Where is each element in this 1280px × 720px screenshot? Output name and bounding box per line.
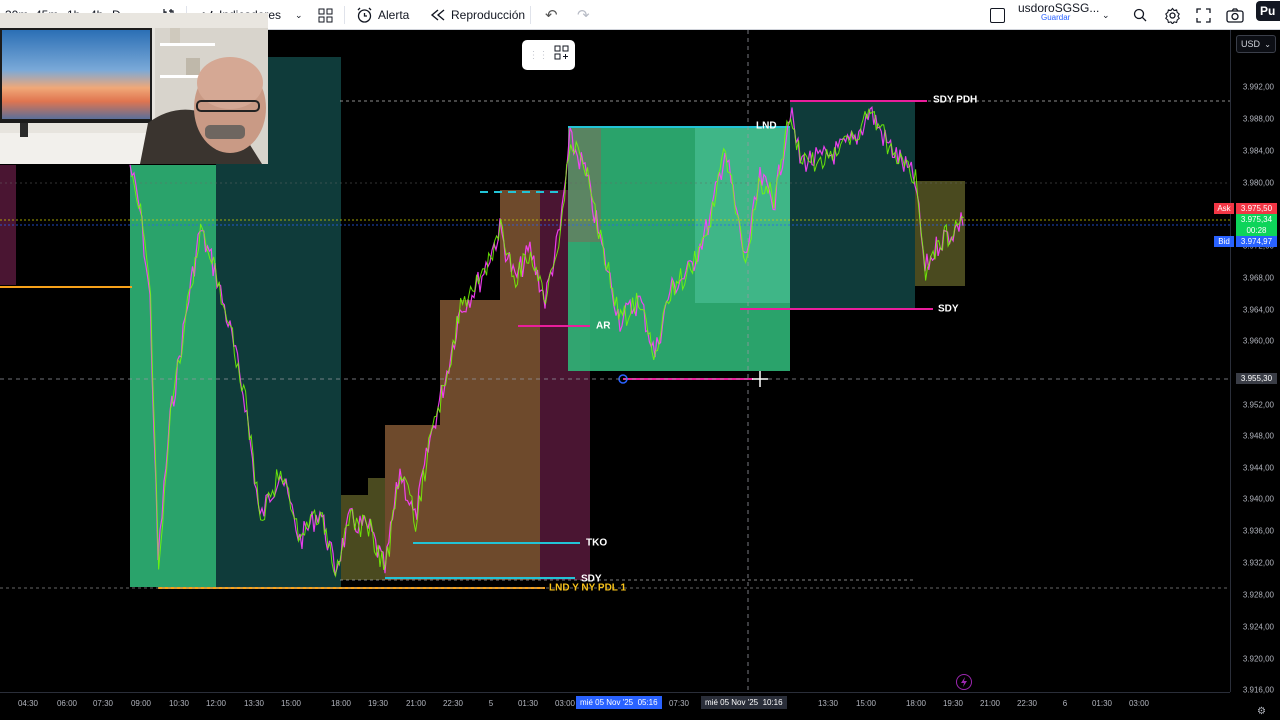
publish-label: Pu bbox=[1260, 4, 1276, 18]
label-ar: AR bbox=[596, 320, 611, 332]
crosshair-time-2: 10:16 bbox=[762, 698, 783, 707]
publish-button[interactable]: Pu bbox=[1256, 1, 1280, 21]
flash-lightning-icon[interactable] bbox=[956, 674, 972, 690]
currency-label: USD bbox=[1241, 39, 1261, 49]
crosshair-time-label-2: mié 05 Nov '25 10:16 bbox=[701, 696, 787, 709]
time-tick: 22:30 bbox=[1016, 699, 1038, 708]
bid-badge: Bid bbox=[1214, 236, 1234, 247]
price-tick: 3.988,00 bbox=[1242, 114, 1274, 124]
replay-button[interactable]: Reproducción bbox=[430, 0, 525, 30]
price-tick: 3.940,00 bbox=[1242, 494, 1274, 504]
templates-grid-icon[interactable] bbox=[318, 0, 333, 30]
time-tick: 18:00 bbox=[905, 699, 927, 708]
time-tick: 07:30 bbox=[92, 699, 114, 708]
price-tick: 3.932,00 bbox=[1242, 558, 1274, 568]
bottom-strip: ⚙ bbox=[0, 706, 1280, 720]
price-tick: 3.916,00 bbox=[1242, 685, 1274, 695]
time-tick: 06:00 bbox=[56, 699, 78, 708]
price-tick: 3.920,00 bbox=[1242, 654, 1274, 664]
price-tick: 3.980,00 bbox=[1242, 178, 1274, 188]
currency-chevron-down-icon: ⌄ bbox=[1264, 39, 1271, 49]
bar-countdown: 00:28 bbox=[1236, 225, 1277, 236]
quick-search-icon[interactable] bbox=[1132, 0, 1148, 30]
axis-settings-icon[interactable]: ⚙ bbox=[1257, 706, 1266, 717]
indicators-chevron-down-icon[interactable]: ⌄ bbox=[295, 0, 303, 30]
ask-badge: Ask bbox=[1214, 203, 1234, 214]
floating-toolbar: ⋮⋮ bbox=[522, 40, 575, 70]
crosshair-date-1: mié 05 Nov '25 bbox=[580, 698, 634, 707]
add-grid-icon[interactable] bbox=[554, 45, 569, 65]
label-lnd-ny-pdl: LND Y NY PDL 1 bbox=[549, 582, 627, 594]
price-tick: 3.952,00 bbox=[1242, 400, 1274, 410]
time-tick: 10:30 bbox=[168, 699, 190, 708]
webcam-overlay bbox=[0, 13, 268, 164]
session-box bbox=[440, 300, 500, 580]
time-tick: 13:30 bbox=[817, 699, 839, 708]
alert-button[interactable]: Alerta bbox=[356, 0, 409, 30]
drag-handle-icon[interactable]: ⋮⋮ bbox=[529, 50, 549, 61]
price-axis[interactable]: 3.992,003.988,003.984,003.980,003.976,00… bbox=[1230, 30, 1280, 695]
time-tick: 6 bbox=[1062, 699, 1068, 708]
layout-chevron-down-icon[interactable]: ⌄ bbox=[1102, 0, 1110, 30]
label-tko: TKO bbox=[586, 537, 608, 549]
crosshair-date-2: mié 05 Nov '25 bbox=[705, 698, 759, 707]
replay-rewind-icon bbox=[430, 9, 445, 21]
price-tick: 3.960,00 bbox=[1242, 336, 1274, 346]
bid-price: 3.974,97 bbox=[1236, 236, 1277, 247]
price-tick: 3.968,00 bbox=[1242, 273, 1274, 283]
alert-label: Alerta bbox=[378, 8, 410, 22]
label-sdy-mid: SDY bbox=[938, 303, 959, 315]
time-tick: 22:30 bbox=[442, 699, 464, 708]
label-sdy-pdh: SDY PDH bbox=[933, 94, 978, 106]
price-tick: 3.984,00 bbox=[1242, 146, 1274, 156]
crosshair-time-label-1: mié 05 Nov '25 05:16 bbox=[576, 696, 662, 709]
time-tick: 15:00 bbox=[855, 699, 877, 708]
session-box bbox=[915, 181, 965, 286]
camera-snapshot-icon[interactable] bbox=[1226, 0, 1244, 30]
time-tick: 01:30 bbox=[1091, 699, 1113, 708]
settings-gear-icon[interactable] bbox=[1164, 0, 1181, 30]
price-tick: 3.924,00 bbox=[1242, 622, 1274, 632]
time-tick: 19:30 bbox=[367, 699, 389, 708]
last-price: 3.975,34 bbox=[1236, 214, 1277, 225]
save-status: Guardar bbox=[1041, 13, 1071, 22]
price-tick: 3.948,00 bbox=[1242, 431, 1274, 441]
price-tick: 3.928,00 bbox=[1242, 590, 1274, 600]
undo-icon[interactable]: ↶ bbox=[545, 0, 558, 30]
time-tick: 19:30 bbox=[942, 699, 964, 708]
time-tick: 5 bbox=[488, 699, 494, 708]
label-lnd: LND bbox=[756, 120, 777, 132]
session-box bbox=[695, 127, 790, 303]
time-tick: 03:00 bbox=[1128, 699, 1150, 708]
crosshair-price-label: 3.955,30 bbox=[1236, 373, 1277, 384]
time-tick: 09:00 bbox=[130, 699, 152, 708]
currency-selector[interactable]: USD ⌄ bbox=[1236, 35, 1276, 53]
time-tick: 03:00 bbox=[554, 699, 576, 708]
layout-checkbox-icon[interactable] bbox=[990, 0, 1005, 30]
time-tick: 21:00 bbox=[405, 699, 427, 708]
time-tick: 04:30 bbox=[17, 699, 39, 708]
time-tick: 15:00 bbox=[280, 699, 302, 708]
time-tick: 01:30 bbox=[517, 699, 539, 708]
price-tick: 3.992,00 bbox=[1242, 82, 1274, 92]
price-tick: 3.964,00 bbox=[1242, 305, 1274, 315]
time-tick: 07:30 bbox=[668, 699, 690, 708]
time-tick: 12:00 bbox=[205, 699, 227, 708]
trading-app: 30m 45m 1h 4h D ⌄ Indicadores ⌄ Alerta R… bbox=[0, 0, 1280, 720]
price-tick: 3.944,00 bbox=[1242, 463, 1274, 473]
ask-price: 3.975,50 bbox=[1236, 203, 1277, 214]
replay-label: Reproducción bbox=[451, 8, 526, 22]
time-tick: 18:00 bbox=[330, 699, 352, 708]
redo-icon[interactable]: ↷ bbox=[577, 0, 590, 30]
time-tick: 21:00 bbox=[979, 699, 1001, 708]
alarm-clock-icon bbox=[357, 7, 372, 23]
time-axis[interactable]: 03:00 01:30 6 22:30 21:00 19:30 18:00 15:00 13:3… bbox=[0, 692, 1230, 712]
price-tick: 3.936,00 bbox=[1242, 526, 1274, 536]
crosshair-time-1: 05:16 bbox=[637, 698, 658, 707]
fullscreen-icon[interactable] bbox=[1196, 0, 1211, 30]
time-tick: 13:30 bbox=[243, 699, 265, 708]
